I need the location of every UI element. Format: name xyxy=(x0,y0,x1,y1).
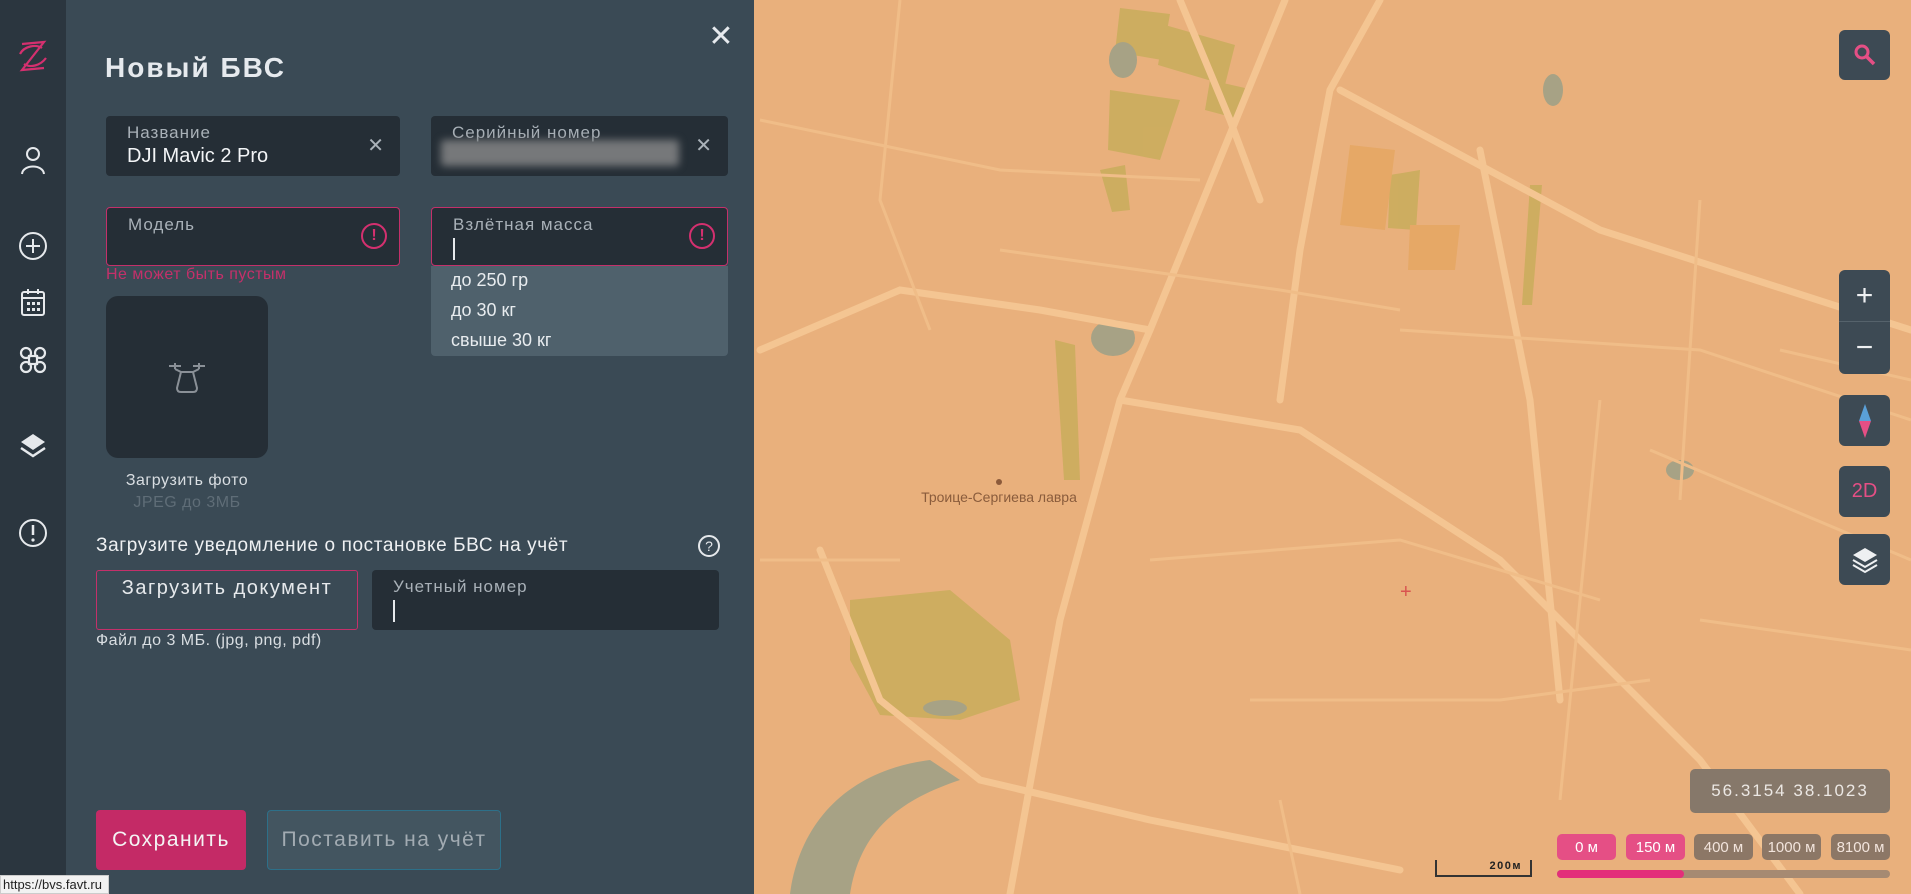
sidebar xyxy=(0,0,66,894)
new-drone-panel: Новый БВС ✕ Название DJI Mavic 2 Pro ✕ С… xyxy=(66,0,754,894)
zoom-in-button[interactable]: + xyxy=(1839,270,1890,322)
clear-name-icon[interactable]: ✕ xyxy=(367,133,384,158)
drones-icon[interactable] xyxy=(16,343,50,377)
compass-button[interactable] xyxy=(1839,395,1890,446)
altitude-0[interactable]: 0 м xyxy=(1557,834,1616,860)
name-value: DJI Mavic 2 Pro xyxy=(127,145,269,167)
register-button[interactable]: Поставить на учёт xyxy=(267,810,501,870)
model-field[interactable]: Модель ! xyxy=(106,207,400,266)
altitude-150[interactable]: 150 м xyxy=(1626,834,1685,860)
model-error: Не может быть пустым xyxy=(106,266,287,283)
account-number-field[interactable]: Учетный номер xyxy=(372,570,719,630)
profile-icon[interactable] xyxy=(16,143,50,177)
error-icon: ! xyxy=(361,223,387,249)
upload-hint: Файл до 3 МБ. (jpg, png, pdf) xyxy=(96,632,322,649)
search-button[interactable] xyxy=(1839,30,1890,80)
mass-dropdown: до 250 гр до 30 кг свыше 30 кг xyxy=(431,266,728,356)
mass-option[interactable]: свыше 30 кг xyxy=(451,330,551,351)
text-cursor xyxy=(393,600,395,622)
close-icon[interactable]: ✕ xyxy=(706,22,736,52)
mass-option[interactable]: до 30 кг xyxy=(451,300,516,321)
map-place-label: Троице-Сергиева лавра xyxy=(921,489,1077,505)
photo-label: Загрузить фото xyxy=(125,472,249,489)
altitude-1000[interactable]: 1000 м xyxy=(1762,834,1821,860)
search-icon xyxy=(1854,44,1875,66)
save-button[interactable]: Сохранить xyxy=(96,810,246,870)
layers-icon xyxy=(1851,547,1878,573)
photo-upload[interactable] xyxy=(106,296,268,458)
account-number-label: Учетный номер xyxy=(393,577,528,596)
help-icon[interactable]: ? xyxy=(698,535,720,557)
photo-hint: JPEG до 3МБ xyxy=(133,494,241,511)
altitude-400[interactable]: 400 м xyxy=(1694,834,1753,860)
page-title: Новый БВС xyxy=(105,52,286,83)
name-field[interactable]: Название DJI Mavic 2 Pro ✕ xyxy=(106,116,400,176)
layers-icon[interactable] xyxy=(16,429,50,463)
drone-icon xyxy=(169,363,205,393)
text-cursor xyxy=(453,238,455,260)
altitude-8100[interactable]: 8100 м xyxy=(1831,834,1890,860)
error-icon: ! xyxy=(689,223,715,249)
model-label: Модель xyxy=(128,215,196,234)
zoom-out-button[interactable]: − xyxy=(1839,322,1890,374)
serial-value-blurred xyxy=(441,140,679,166)
compass-icon xyxy=(1858,403,1871,438)
altitude-slider-fill xyxy=(1557,870,1684,878)
altitude-slider[interactable] xyxy=(1557,870,1890,878)
clear-serial-icon[interactable]: ✕ xyxy=(695,133,712,158)
name-label: Название xyxy=(127,123,211,142)
mass-field[interactable]: Взлётная масса ! xyxy=(431,207,728,266)
alert-icon[interactable] xyxy=(16,516,50,550)
scale-bar: 200м xyxy=(1435,860,1532,877)
mass-option[interactable]: до 250 гр xyxy=(451,270,528,291)
map-layers-button[interactable] xyxy=(1839,534,1890,585)
add-icon[interactable] xyxy=(16,229,50,263)
view-mode-button[interactable]: 2D xyxy=(1839,466,1890,517)
upload-document-button[interactable]: Загрузить документ xyxy=(96,570,358,630)
coordinates-readout: 56.3154 38.1023 xyxy=(1690,769,1890,813)
mass-label: Взлётная масса xyxy=(453,215,594,234)
zoom-controls: + − xyxy=(1839,270,1890,374)
registration-heading: Загрузите уведомление о постановке БВС н… xyxy=(96,535,569,556)
serial-field[interactable]: Серийный номер ✕ xyxy=(431,116,728,176)
hospital-icon: + xyxy=(1400,581,1412,603)
logo-icon[interactable] xyxy=(16,36,50,76)
calendar-icon[interactable] xyxy=(16,285,50,319)
status-bar-url: https://bvs.favt.ru xyxy=(0,875,109,894)
